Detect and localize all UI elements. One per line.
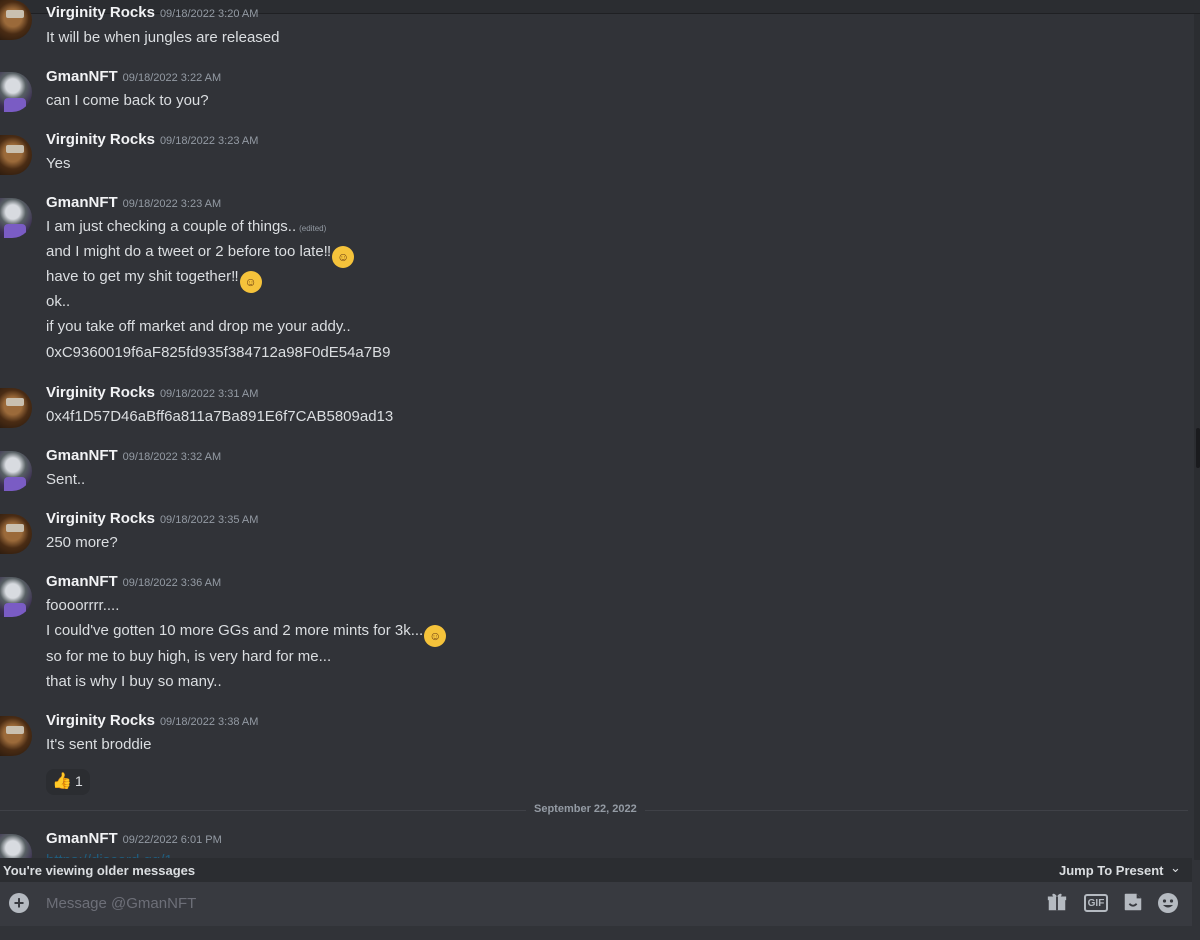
author-name[interactable]: GmanNFT	[46, 573, 118, 590]
author-name[interactable]: Virginity Rocks	[46, 4, 155, 21]
timestamp: 09/18/2022 3:38 AM	[159, 716, 259, 728]
edited-label: (edited)	[299, 224, 327, 233]
scrollbar[interactable]	[1194, 14, 1200, 860]
message-text: foooorrrr....	[46, 597, 120, 614]
timestamp: 09/18/2022 3:22 AM	[122, 72, 222, 84]
joy-emoji: ☺	[332, 246, 355, 268]
jump-to-present-button[interactable]: Jump To Present	[1059, 863, 1164, 878]
virginity-avatar[interactable]	[0, 135, 32, 175]
gman-avatar[interactable]	[0, 72, 32, 112]
timestamp: 09/18/2022 3:32 AM	[122, 451, 222, 463]
emoji-icon[interactable]	[1156, 891, 1180, 915]
message-text: I could've gotten 10 more GGs and 2 more…	[46, 621, 447, 647]
message-list: Virginity Rocks 09/18/2022 3:20 AM It wil…	[0, 0, 1194, 860]
gif-icon[interactable]: GIF	[1084, 894, 1108, 912]
message-text: and I might do a tweet or 2 before too l…	[46, 242, 355, 268]
author-name[interactable]: GmanNFT	[46, 68, 118, 85]
virginity-avatar[interactable]	[0, 0, 32, 40]
author-name[interactable]: Virginity Rocks	[46, 712, 155, 729]
timestamp: 09/22/2022 6:01 PM	[122, 834, 222, 846]
message-text: Yes	[46, 155, 71, 172]
message-text: I am just checking a couple of things..(…	[46, 218, 327, 235]
reaction-thumbs-up[interactable]: 👍 1	[46, 769, 90, 795]
message-composer: + GIF	[0, 882, 1192, 926]
message-input[interactable]	[46, 890, 1026, 916]
gman-avatar[interactable]	[0, 834, 32, 860]
message-text: It will be when jungles are released	[46, 29, 280, 46]
timestamp: 09/18/2022 3:20 AM	[159, 8, 259, 20]
message-text: ok..	[46, 293, 71, 310]
wink-emoji: ☺	[424, 625, 447, 647]
chevron-down-icon[interactable]: ⌄	[1170, 860, 1181, 876]
author-name[interactable]: GmanNFT	[46, 830, 118, 847]
message-text: have to get my shit together‼ ☺	[46, 267, 262, 293]
timestamp: 09/18/2022 3:23 AM	[159, 135, 259, 147]
timestamp: 09/18/2022 3:23 AM	[122, 198, 222, 210]
timestamp: 09/18/2022 3:31 AM	[159, 388, 259, 400]
author-name[interactable]: GmanNFT	[46, 447, 118, 464]
rofl-emoji: ☺	[239, 271, 262, 293]
message-text: It's sent broddie	[46, 736, 152, 753]
date-divider-label: September 22, 2022	[526, 803, 645, 815]
author-name[interactable]: Virginity Rocks	[46, 384, 155, 401]
sticker-icon[interactable]	[1121, 891, 1145, 915]
timestamp: 09/18/2022 3:35 AM	[159, 514, 259, 526]
message-text: 0xC9360019f6aF825fd935f384712a98F0dE54a7…	[46, 344, 391, 361]
author-name[interactable]: Virginity Rocks	[46, 510, 155, 527]
gift-icon[interactable]	[1045, 891, 1069, 915]
plus-circle-icon[interactable]: +	[9, 893, 29, 913]
virginity-avatar[interactable]	[0, 388, 32, 428]
message-text: can I come back to you?	[46, 92, 209, 109]
author-name[interactable]: GmanNFT	[46, 194, 118, 211]
older-messages-bar: You're viewing older messages Jump To Pr…	[0, 858, 1192, 882]
message-text: 250 more?	[46, 534, 118, 551]
message-text: Sent..	[46, 471, 86, 488]
scroll-thumb[interactable]	[1196, 428, 1200, 468]
thumbs-up-icon: 👍	[52, 773, 72, 790]
older-messages-notice: You're viewing older messages	[3, 863, 196, 878]
virginity-avatar[interactable]	[0, 716, 32, 756]
timestamp: 09/18/2022 3:36 AM	[122, 577, 222, 589]
gman-avatar[interactable]	[0, 198, 32, 238]
message-text: 0x4f1D57D46aBff6a811a7Ba891E6f7CAB5809ad…	[46, 408, 394, 425]
gman-avatar[interactable]	[0, 577, 32, 617]
message-text: that is why I buy so many..	[46, 673, 222, 690]
message-text: so for me to buy high, is very hard for …	[46, 648, 332, 665]
author-name[interactable]: Virginity Rocks	[46, 131, 155, 148]
virginity-avatar[interactable]	[0, 514, 32, 554]
message-text: if you take off market and drop me your …	[46, 318, 351, 335]
gman-avatar[interactable]	[0, 451, 32, 491]
reaction-count: 1	[75, 773, 83, 789]
